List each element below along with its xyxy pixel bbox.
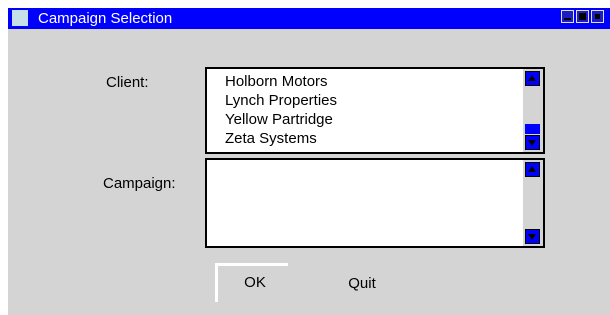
list-item[interactable]: Lynch Properties bbox=[225, 91, 337, 110]
client-scroll-thumb[interactable] bbox=[525, 124, 540, 134]
client-scroll-down-button[interactable] bbox=[525, 135, 540, 150]
campaign-label: Campaign: bbox=[103, 175, 176, 192]
campaign-scrollbar[interactable] bbox=[523, 160, 543, 246]
maximize-button[interactable] bbox=[576, 10, 589, 23]
list-item[interactable]: Zeta Systems bbox=[225, 129, 337, 148]
client-listbox[interactable]: Holborn Motors Lynch Properties Yellow P… bbox=[205, 67, 545, 154]
title-bar[interactable]: Campaign Selection bbox=[8, 8, 610, 29]
ok-button[interactable]: OK bbox=[215, 263, 288, 302]
quit-button[interactable]: Quit bbox=[333, 266, 391, 302]
arrow-down-icon bbox=[528, 140, 536, 146]
close-icon bbox=[595, 14, 600, 19]
list-item[interactable]: Holborn Motors bbox=[225, 72, 337, 91]
minimize-button[interactable] bbox=[561, 10, 574, 23]
client-label: Client: bbox=[106, 74, 149, 91]
campaign-scroll-down-button[interactable] bbox=[525, 229, 540, 244]
arrow-up-icon bbox=[528, 75, 536, 81]
campaign-selection-window: Campaign Selection Client: Holborn Motor… bbox=[8, 8, 610, 315]
client-scrollbar[interactable] bbox=[523, 69, 543, 152]
maximize-icon bbox=[579, 13, 586, 20]
window-title: Campaign Selection bbox=[38, 10, 173, 27]
minimize-icon bbox=[564, 18, 571, 20]
arrow-up-icon bbox=[528, 166, 536, 172]
list-item[interactable]: Yellow Partridge bbox=[225, 110, 337, 129]
arrow-down-icon bbox=[528, 234, 536, 240]
campaign-scroll-up-button[interactable] bbox=[525, 162, 540, 177]
campaign-listbox[interactable] bbox=[205, 158, 545, 248]
app-icon[interactable] bbox=[12, 10, 28, 26]
client-list-items: Holborn Motors Lynch Properties Yellow P… bbox=[225, 72, 337, 148]
close-button[interactable] bbox=[591, 10, 604, 23]
client-scroll-up-button[interactable] bbox=[525, 71, 540, 86]
